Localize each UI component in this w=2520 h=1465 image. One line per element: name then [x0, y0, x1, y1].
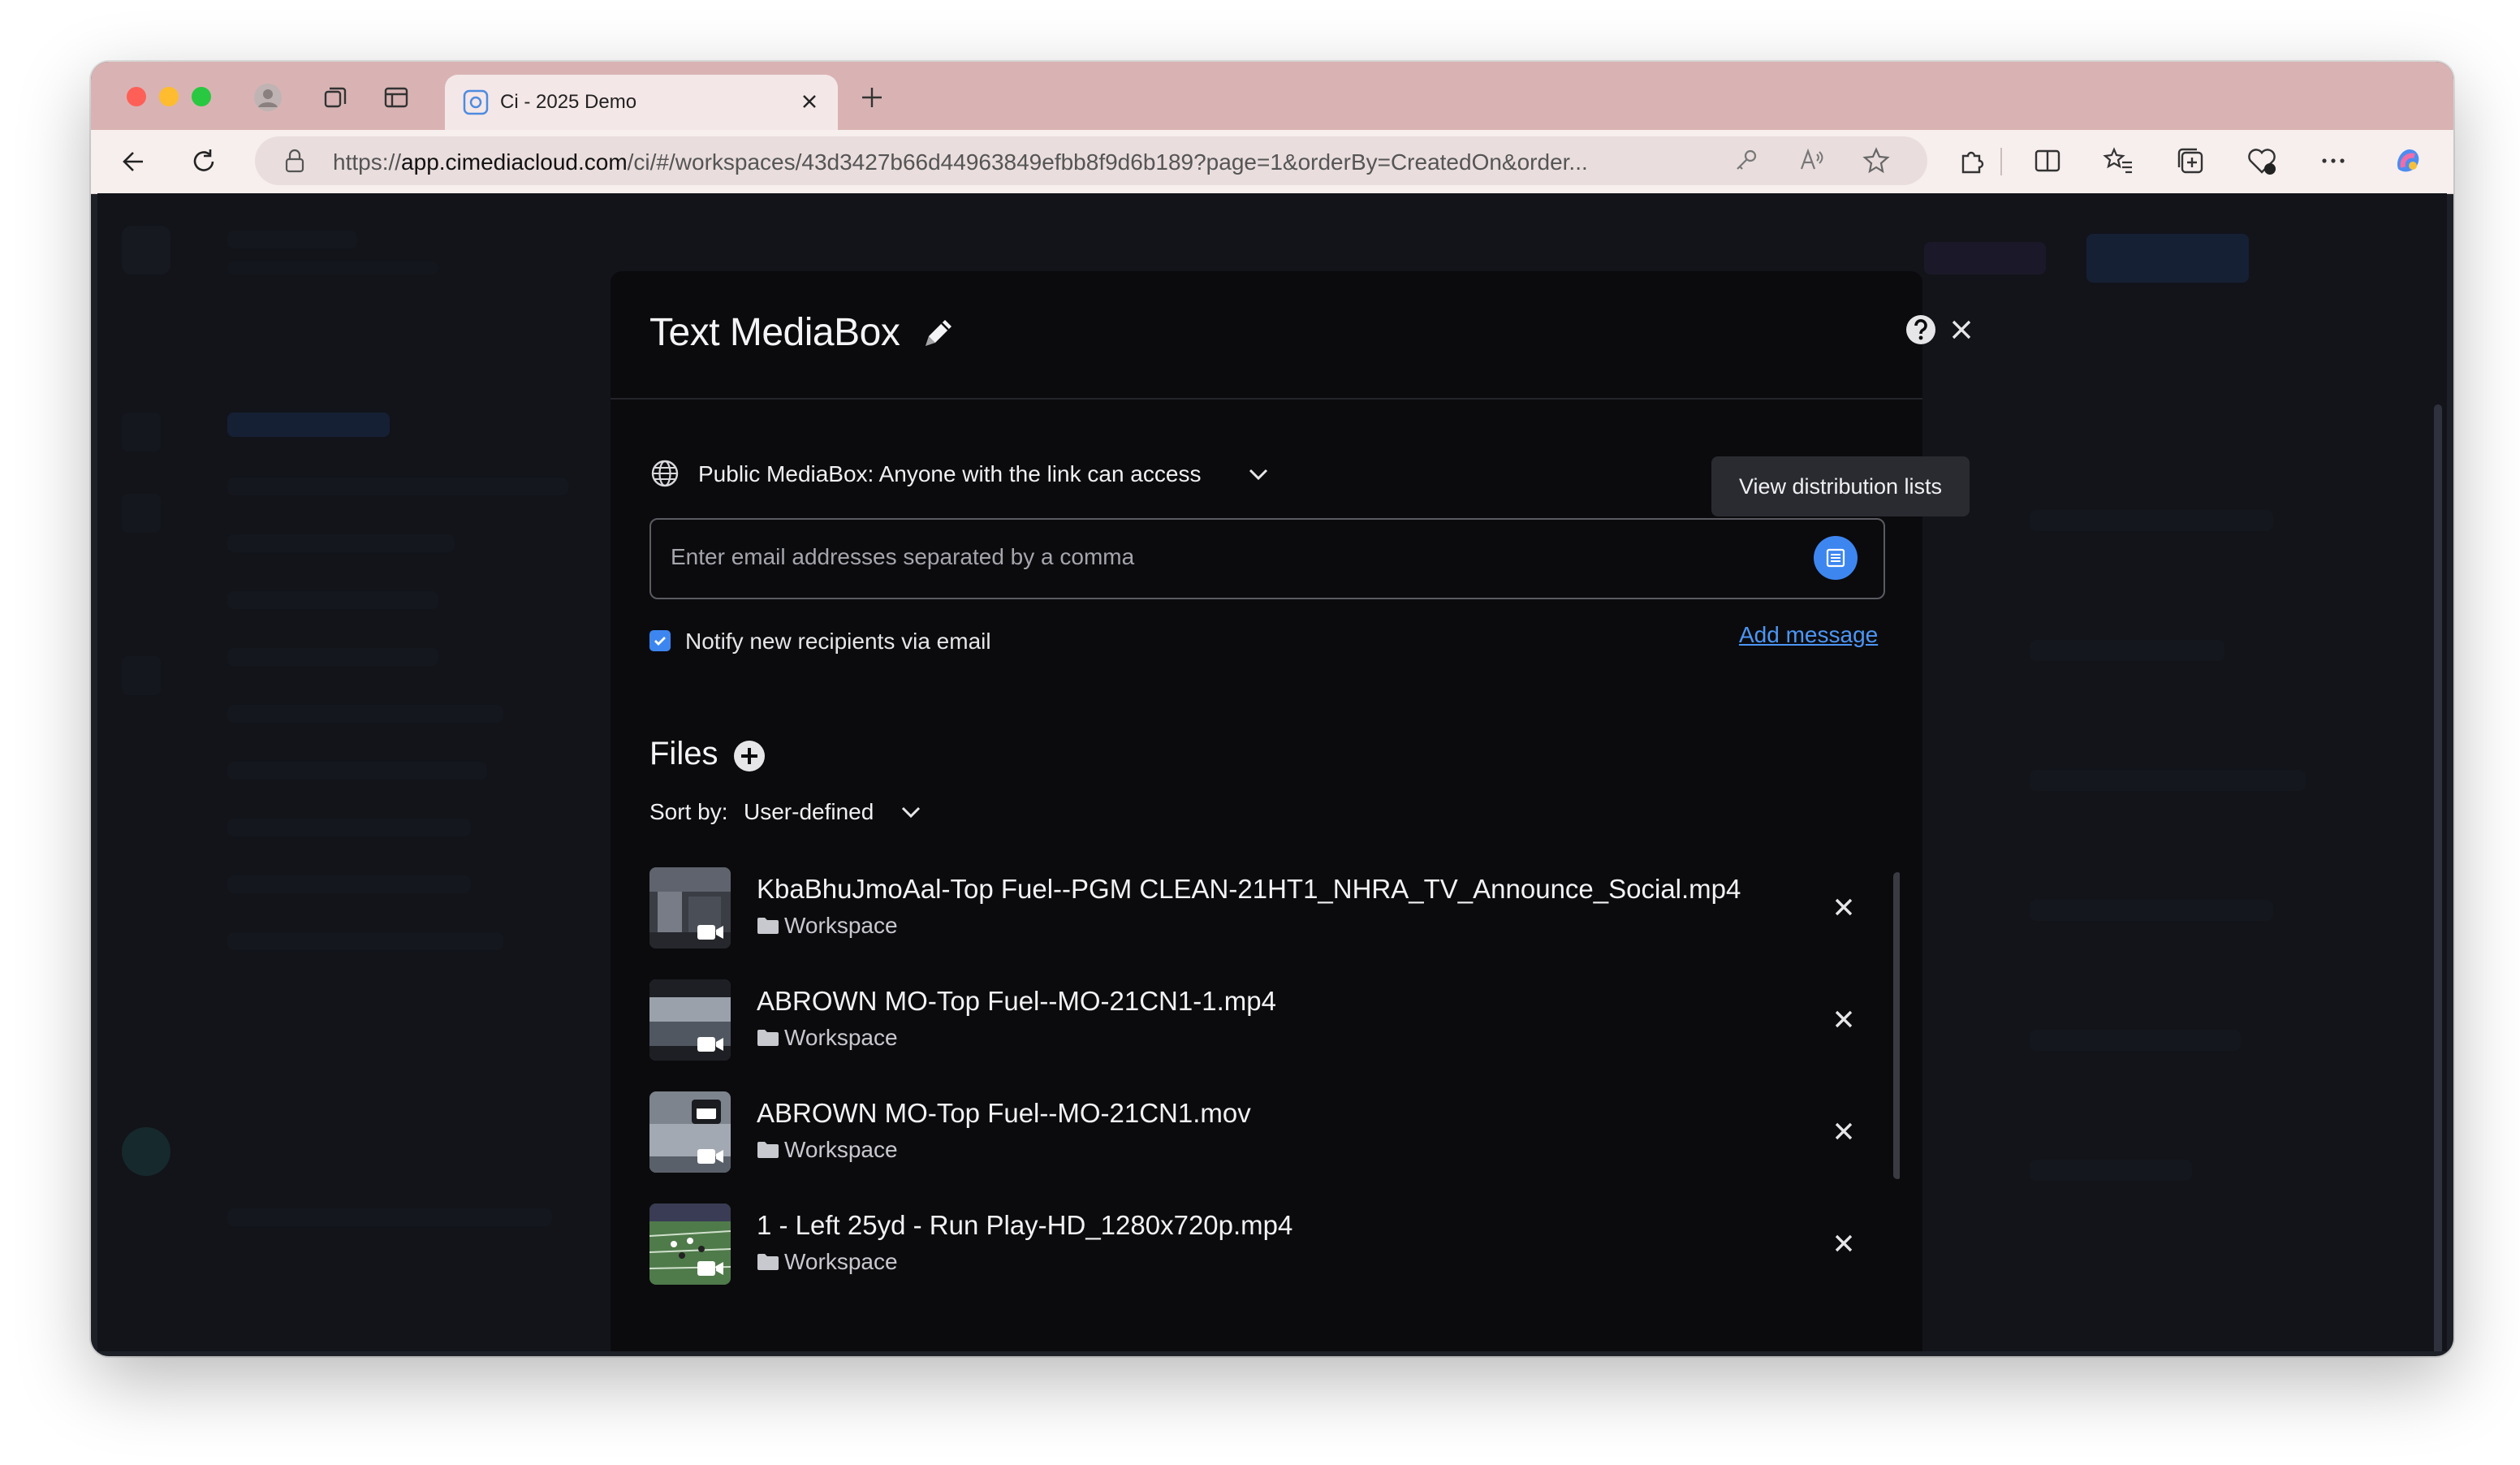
- close-dialog-icon[interactable]: [1947, 315, 1976, 344]
- folder-icon: [757, 1030, 779, 1046]
- extensions-icon[interactable]: [1957, 145, 1989, 177]
- mediabox-dialog: Text MediaBox Public MediaBox: Anyone wi…: [611, 271, 1971, 1351]
- more-options-icon[interactable]: [2317, 145, 2350, 177]
- file-location: Workspace: [757, 1137, 898, 1163]
- collections-icon[interactable]: [2174, 145, 2207, 177]
- remove-file-icon[interactable]: [1830, 893, 1858, 921]
- minimize-window-button[interactable]: [159, 87, 179, 106]
- favorite-star-icon[interactable]: [1862, 146, 1890, 174]
- chevron-down-icon: [901, 806, 921, 819]
- add-message-link[interactable]: Add message: [1739, 622, 1878, 648]
- edit-pencil-icon[interactable]: [921, 315, 956, 351]
- file-location: Workspace: [757, 913, 898, 939]
- tab-close-icon[interactable]: [797, 89, 822, 114]
- add-file-icon[interactable]: [732, 739, 766, 773]
- remove-file-icon[interactable]: [1830, 1005, 1858, 1033]
- file-list-scrollbar[interactable]: [1893, 872, 1900, 1179]
- cimediacloud-favicon-icon: [463, 89, 489, 115]
- remove-file-icon[interactable]: [1830, 1229, 1858, 1257]
- chevron-down-icon: [1249, 469, 1268, 481]
- key-icon[interactable]: [1732, 146, 1760, 174]
- email-input-placeholder: Enter email addresses separated by a com…: [671, 544, 1135, 569]
- copilot-icon[interactable]: [2392, 145, 2424, 177]
- video-camera-icon: [697, 925, 723, 940]
- list-icon: [1826, 548, 1845, 568]
- browser-toolbar: https://app.cimediacloud.com/ci/#/worksp…: [91, 130, 2453, 194]
- notify-checkbox[interactable]: [649, 630, 671, 651]
- read-aloud-icon[interactable]: [1797, 146, 1825, 174]
- tab-bar: Ci - 2025 Demo: [91, 62, 2453, 130]
- file-name: 1 - Left 25yd - Run Play-HD_1280x720p.mp…: [757, 1210, 1293, 1240]
- back-arrow-icon[interactable]: [119, 146, 149, 177]
- email-recipients-input[interactable]: Enter email addresses separated by a com…: [649, 518, 1885, 599]
- toolbar-divider: [2000, 148, 2002, 175]
- new-tab-icon[interactable]: [859, 84, 885, 110]
- profile-icon[interactable]: [253, 83, 283, 112]
- close-window-button[interactable]: [127, 87, 146, 106]
- tab-title: Ci - 2025 Demo: [500, 91, 637, 113]
- split-screen-icon[interactable]: [2031, 145, 2064, 177]
- video-camera-icon: [697, 1037, 723, 1052]
- file-name: ABROWN MO-Top Fuel--MO-21CN1.mov: [757, 1098, 1251, 1128]
- dialog-header: Text MediaBox: [611, 271, 1971, 400]
- app-content: Text MediaBox Public MediaBox: Anyone wi…: [97, 193, 2447, 1351]
- browser-tab-active[interactable]: Ci - 2025 Demo: [445, 75, 838, 130]
- reload-icon[interactable]: [188, 146, 219, 177]
- folder-icon: [757, 1142, 779, 1158]
- globe-icon: [651, 460, 679, 487]
- file-list: KbaBhuJmoAal-Top Fuel--PGM CLEAN-21HT1_N…: [649, 862, 1900, 1285]
- url-text[interactable]: https://app.cimediacloud.com/ci/#/worksp…: [333, 149, 1713, 175]
- favorites-icon[interactable]: [2103, 145, 2135, 177]
- notify-label: Notify new recipients via email: [685, 629, 991, 654]
- folder-icon: [757, 918, 779, 934]
- distribution-lists-tooltip: View distribution lists: [1711, 456, 1970, 516]
- checkmark-icon: [654, 637, 666, 646]
- sort-value: User-defined: [744, 799, 874, 824]
- video-camera-icon: [697, 1261, 723, 1276]
- lock-icon[interactable]: [283, 148, 307, 174]
- workspaces-icon[interactable]: [321, 83, 351, 112]
- folder-icon: [757, 1254, 779, 1270]
- help-icon[interactable]: [1905, 313, 1937, 346]
- page-scrollbar[interactable]: [2434, 404, 2442, 1351]
- vertical-tabs-icon[interactable]: [382, 83, 411, 112]
- view-distribution-lists-button[interactable]: [1814, 536, 1858, 580]
- access-setting-label: Public MediaBox: Anyone with the link ca…: [698, 461, 1202, 486]
- file-name: KbaBhuJmoAal-Top Fuel--PGM CLEAN-21HT1_N…: [757, 874, 1741, 904]
- address-bar[interactable]: https://app.cimediacloud.com/ci/#/worksp…: [255, 136, 1927, 185]
- sort-label: Sort by:: [649, 799, 728, 824]
- zoom-window-button[interactable]: [192, 87, 211, 106]
- browser-window: Ci - 2025 Demo https://app.cimediacloud.…: [91, 62, 2453, 1356]
- file-location: Workspace: [757, 1249, 898, 1275]
- browser-essentials-icon[interactable]: [2246, 145, 2278, 177]
- video-camera-icon: [697, 1149, 723, 1164]
- dialog-title: Text MediaBox: [649, 311, 900, 354]
- remove-file-icon[interactable]: [1830, 1117, 1858, 1145]
- video-thumbnail: [649, 1091, 731, 1173]
- file-location: Workspace: [757, 1025, 898, 1051]
- file-list-item[interactable]: 1 - Left 25yd - Run Play-HD_1280x720p.mp…: [649, 1204, 1867, 1285]
- file-list-item[interactable]: ABROWN MO-Top Fuel--MO-21CN1-1.mp4 Works…: [649, 979, 1867, 1064]
- file-list-item[interactable]: KbaBhuJmoAal-Top Fuel--PGM CLEAN-21HT1_N…: [649, 867, 1867, 952]
- files-heading: Files: [649, 736, 718, 771]
- file-name: ABROWN MO-Top Fuel--MO-21CN1-1.mp4: [757, 986, 1276, 1016]
- video-thumbnail: [649, 867, 731, 949]
- video-thumbnail: [649, 1204, 731, 1285]
- file-list-item[interactable]: ABROWN MO-Top Fuel--MO-21CN1.mov Workspa…: [649, 1091, 1867, 1176]
- video-thumbnail: [649, 979, 731, 1061]
